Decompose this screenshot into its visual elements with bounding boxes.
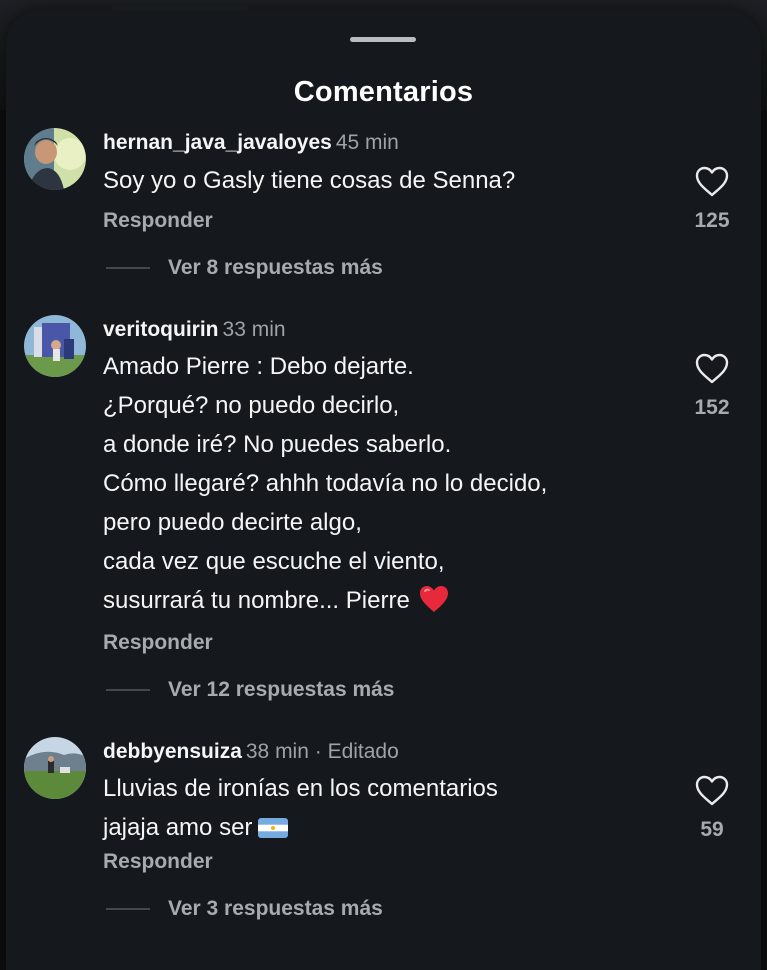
view-more-replies-label: Ver 8 respuestas más: [168, 256, 383, 279]
avatar[interactable]: [24, 737, 86, 799]
comment-line-with-emoji: susurrará tu nombre... Pierre: [103, 581, 547, 620]
comment-line: Cómo llegaré? ahhh todavía no lo decido,: [103, 470, 548, 497]
username[interactable]: debbyensuiza: [103, 740, 242, 763]
avatar[interactable]: [24, 315, 86, 377]
like-count: 152: [694, 396, 730, 419]
view-more-replies-button[interactable]: Ver 8 respuestas más: [106, 256, 383, 280]
username[interactable]: veritoquirin: [103, 318, 219, 341]
view-more-replies-label: Ver 3 respuestas más: [168, 897, 383, 920]
heart-outline-icon[interactable]: [695, 353, 729, 384]
comment-line: Lluvias de ironías en los comentarios: [103, 775, 498, 802]
divider: [106, 267, 150, 269]
like-control[interactable]: 125: [686, 166, 738, 233]
comments-sheet: Comentarios hernan_java_javaloyes 45 min …: [6, 10, 761, 970]
like-count: 59: [700, 818, 724, 841]
comment-line: ¿Porqué? no puedo decirlo,: [103, 392, 400, 419]
comment-meta: veritoquirin 33 min: [103, 318, 286, 342]
username[interactable]: hernan_java_javaloyes: [103, 131, 332, 154]
comment-text: Lluvias de ironías en los comentarios ja…: [103, 769, 498, 847]
view-more-replies-label: Ver 12 respuestas más: [168, 678, 395, 701]
comment-line: pero puedo decirte algo,: [103, 509, 362, 536]
view-more-replies-button[interactable]: Ver 12 respuestas más: [106, 678, 395, 702]
sheet-grabber-handle[interactable]: [350, 37, 416, 42]
like-control[interactable]: 59: [686, 775, 738, 842]
comment-time: 38 min · Editado: [245, 740, 399, 763]
comment-text: Amado Pierre : Debo dejarte. ¿Porqué? no…: [103, 347, 547, 620]
comment-meta: debbyensuiza 38 min · Editado: [103, 740, 399, 764]
comment-line-with-emoji: jajaja amo ser: [103, 808, 498, 847]
avatar[interactable]: [24, 128, 86, 190]
divider: [106, 689, 150, 691]
comment-meta: hernan_java_javaloyes 45 min: [103, 131, 399, 155]
comment-line: susurrará tu nombre... Pierre: [103, 587, 410, 614]
comment-line: cada vez que escuche el viento,: [103, 548, 445, 575]
comment-line: Amado Pierre : Debo dejarte.: [103, 353, 414, 380]
comment-text: Soy yo o Gasly tiene cosas de Senna?: [103, 161, 515, 200]
reply-button[interactable]: Responder: [103, 850, 213, 874]
comment-line: Soy yo o Gasly tiene cosas de Senna?: [103, 167, 516, 194]
argentina-flag-emoji-icon: [258, 818, 289, 838]
comment-time: 45 min: [335, 131, 399, 154]
comment-line: a donde iré? No puedes saberlo.: [103, 431, 452, 458]
divider: [106, 908, 150, 910]
reply-button[interactable]: Responder: [103, 209, 213, 233]
like-count: 125: [694, 209, 730, 232]
like-control[interactable]: 152: [686, 353, 738, 420]
view-more-replies-button[interactable]: Ver 3 respuestas más: [106, 897, 383, 921]
heart-outline-icon[interactable]: [695, 775, 729, 806]
comment-time: 33 min: [222, 318, 286, 341]
comment-line: jajaja amo ser: [103, 814, 253, 841]
heart-outline-icon[interactable]: [695, 166, 729, 197]
reply-button[interactable]: Responder: [103, 631, 213, 655]
red-heart-emoji-icon: [419, 586, 448, 612]
sheet-title: Comentarios: [293, 76, 474, 108]
